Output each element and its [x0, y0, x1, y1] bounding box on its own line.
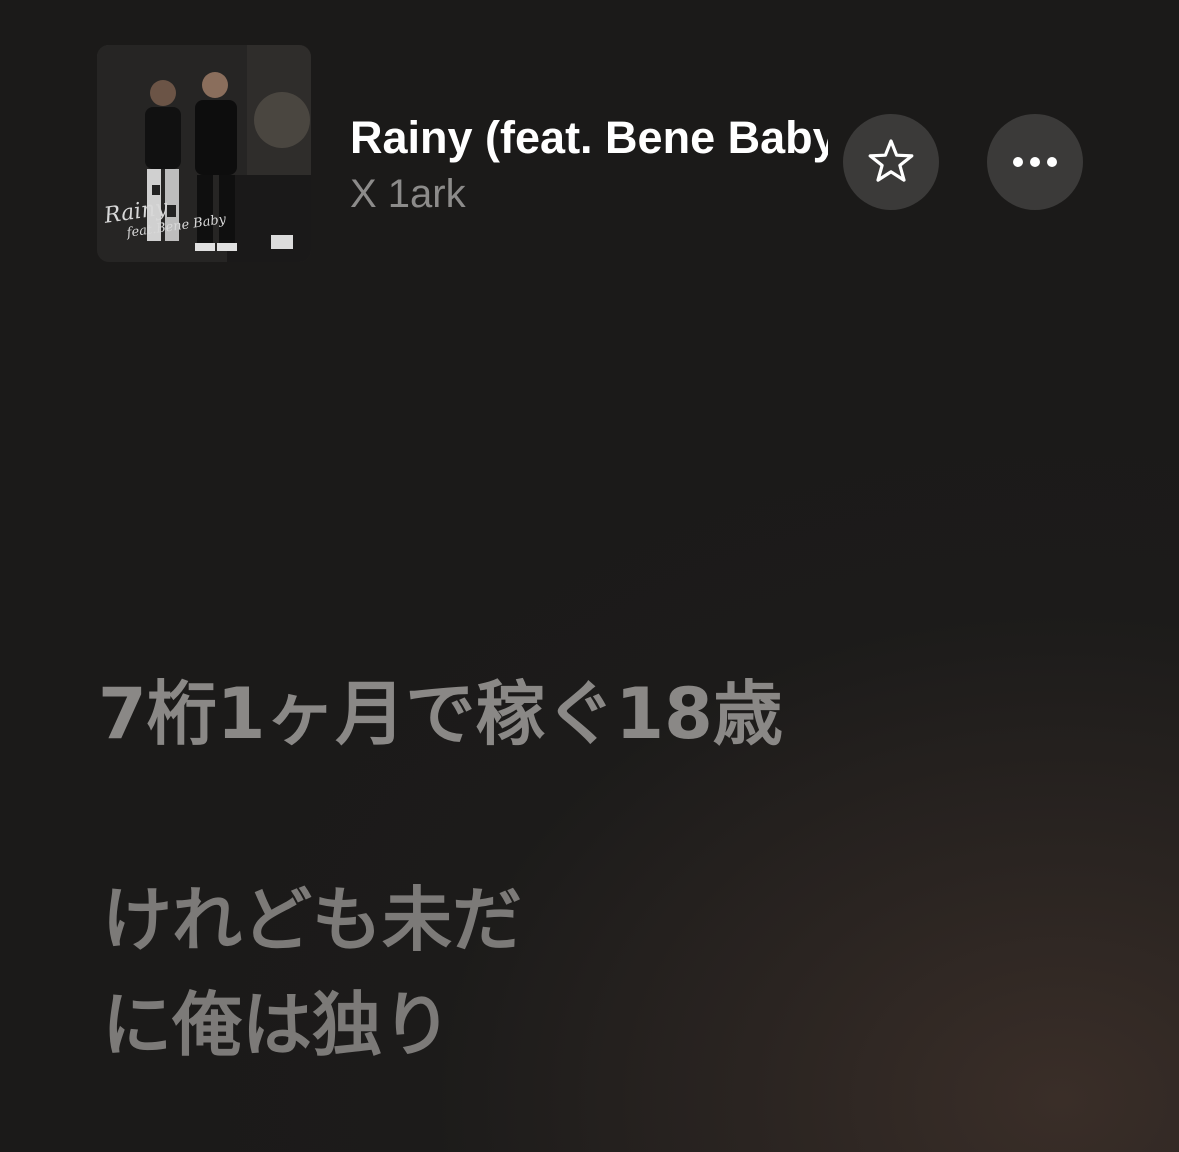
track-title[interactable]: Rainy (feat. Bene Baby): [350, 112, 828, 164]
album-artwork[interactable]: Rainy feat.Bene Baby: [97, 45, 311, 262]
track-artist[interactable]: X 1ark: [350, 169, 466, 219]
favorite-button[interactable]: [843, 114, 939, 210]
now-playing-header: Rainy feat.Bene Baby Rainy (feat. Bene B…: [0, 0, 1179, 290]
star-outline-icon: [868, 139, 914, 182]
lyric-line[interactable]: けれども未だ: [102, 868, 702, 973]
ellipsis-icon: [1013, 157, 1057, 167]
lyric-line[interactable]: 7桁1ヶ月で稼ぐ18歳: [98, 664, 1098, 764]
more-options-button[interactable]: [987, 114, 1083, 210]
lyrics-current[interactable]: 7桁1ヶ月で稼ぐ18歳: [98, 664, 1098, 764]
lyrics-next[interactable]: けれども未だ に俺は独り: [102, 868, 702, 1078]
lyric-line[interactable]: に俺は独り: [102, 973, 702, 1078]
